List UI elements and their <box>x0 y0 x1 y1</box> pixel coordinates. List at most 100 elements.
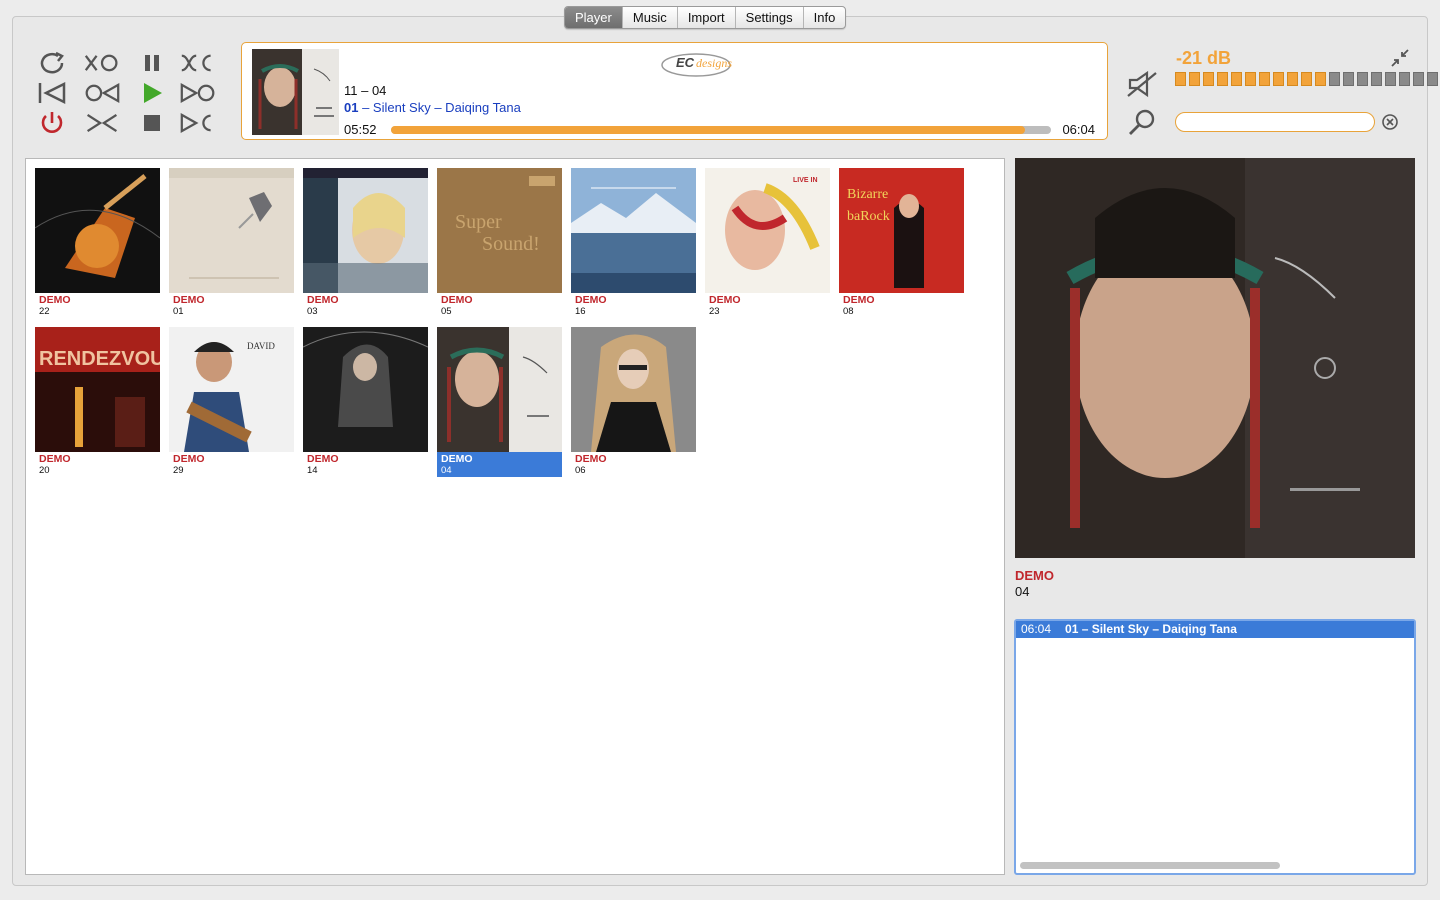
search-icon <box>1129 109 1155 135</box>
shuffle-off-icon[interactable] <box>84 50 120 76</box>
volume-segment <box>1175 72 1186 86</box>
svg-text:Bizarre: Bizarre <box>847 187 888 202</box>
volume-segment <box>1329 72 1340 86</box>
album-artist: DEMO <box>39 453 71 465</box>
album-tile[interactable]: DEMO 01 <box>169 168 294 318</box>
tab-bar: Player Music Import Settings Info <box>564 6 847 29</box>
volume-segment <box>1343 72 1354 86</box>
album-artist: DEMO <box>39 294 71 306</box>
album-artist: DEMO <box>441 453 473 465</box>
volume-segment <box>1385 72 1396 86</box>
album-caption: DEMO 06 <box>571 452 696 477</box>
album-cover: RENDEZVOUS <box>35 327 160 452</box>
power-icon[interactable] <box>34 110 70 136</box>
track-row[interactable]: 06:04 01 – Silent Sky – Daiqing Tana <box>1016 621 1414 638</box>
album-tile[interactable]: DEMO 22 <box>35 168 160 318</box>
tab-player[interactable]: Player <box>565 7 622 28</box>
progress-fill <box>391 126 1025 134</box>
album-number: 14 <box>307 465 318 476</box>
now-playing-album: 11 – 04 <box>344 83 387 98</box>
svg-text:DAVID: DAVID <box>247 341 275 351</box>
album-caption: DEMO 04 <box>437 452 562 477</box>
album-cover <box>35 168 160 293</box>
track-duration: 06:04 <box>1021 622 1052 636</box>
track-title: 01 – Silent Sky – Daiqing Tana <box>1065 622 1237 636</box>
selected-album-cover <box>1015 158 1415 558</box>
svg-text:EC: EC <box>676 55 695 70</box>
album-caption: DEMO 05 <box>437 293 562 318</box>
tab-import[interactable]: Import <box>676 7 735 28</box>
album-tile[interactable]: DEMO 16 <box>571 168 696 318</box>
album-tile[interactable]: DEMO 03 <box>303 168 428 318</box>
now-playing-title: 01 – Silent Sky – Daiqing Tana <box>344 100 521 115</box>
tab-info[interactable]: Info <box>802 7 846 28</box>
stop-icon[interactable] <box>134 110 170 136</box>
volume-segment <box>1273 72 1284 86</box>
clear-search-icon[interactable] <box>1381 113 1399 131</box>
total-time: 06:04 <box>1062 122 1095 137</box>
album-artist: DEMO <box>575 294 607 306</box>
ec-designs-logo: EC designs <box>661 53 732 77</box>
collapse-icon[interactable] <box>1390 48 1410 68</box>
progress-bar[interactable] <box>391 126 1051 134</box>
volume-segment <box>1301 72 1312 86</box>
crossfade-icon[interactable] <box>180 50 216 76</box>
track-title: – Silent Sky – Daiqing Tana <box>358 100 521 115</box>
next-icon[interactable] <box>180 110 216 136</box>
album-artist: DEMO <box>307 453 339 465</box>
album-tile[interactable]: DAVID DEMO 29 <box>169 327 294 477</box>
album-tile[interactable]: DEMO 04 <box>437 327 562 477</box>
mute-icon[interactable] <box>1126 70 1158 98</box>
album-number: 16 <box>575 306 586 317</box>
album-tile[interactable]: LIVE IN DEMO 23 <box>705 168 830 318</box>
album-cover <box>571 327 696 452</box>
rewind-icon[interactable] <box>84 80 120 106</box>
album-grid: DEMO22 DEMO01 DEMO03 Super Sound! DEM <box>25 158 1005 875</box>
album-artist: DEMO <box>307 294 339 306</box>
play-icon[interactable] <box>134 80 170 106</box>
pause-icon[interactable] <box>134 50 170 76</box>
volume-segment <box>1287 72 1298 86</box>
album-cover <box>571 168 696 293</box>
tab-music[interactable]: Music <box>621 7 677 28</box>
search-input[interactable] <box>1175 112 1375 132</box>
volume-segment <box>1315 72 1326 86</box>
volume-segment <box>1203 72 1214 86</box>
selected-album-number: 04 <box>1015 584 1030 599</box>
svg-text:Sound!: Sound! <box>482 233 540 255</box>
album-cover: Super Sound! <box>437 168 562 293</box>
volume-segment <box>1399 72 1410 86</box>
svg-text:baRock: baRock <box>847 209 890 224</box>
album-caption: DEMO 22 <box>35 293 160 318</box>
shrink-icon[interactable] <box>84 110 120 136</box>
album-tile[interactable]: RENDEZVOUS DEMO20 <box>35 327 160 477</box>
album-tile[interactable]: DEMO 06 <box>571 327 696 477</box>
album-artist: DEMO <box>843 294 875 306</box>
album-caption: DEMO 16 <box>571 293 696 318</box>
album-number: 08 <box>843 306 854 317</box>
horizontal-scrollbar[interactable] <box>1020 862 1280 869</box>
album-cover: DAVID <box>169 327 294 452</box>
album-caption: DEMO 20 <box>35 452 160 477</box>
album-number: 04 <box>441 465 452 476</box>
album-tile[interactable]: Bizarre baRock DEMO 08 <box>839 168 964 318</box>
album-tile[interactable]: Super Sound! DEMO 05 <box>437 168 562 318</box>
album-artist: DEMO <box>709 294 741 306</box>
album-tile[interactable]: DEMO 14 <box>303 327 428 477</box>
svg-text:Super: Super <box>455 211 502 233</box>
album-number: 29 <box>173 465 184 476</box>
svg-text:LIVE IN: LIVE IN <box>793 177 818 184</box>
repeat-icon[interactable] <box>34 50 70 76</box>
album-number: 23 <box>709 306 720 317</box>
album-cover: LIVE IN <box>705 168 830 293</box>
forward-icon[interactable] <box>180 80 216 106</box>
now-playing-panel: EC designs 11 – 04 01 – Silent Sky – Dai… <box>241 42 1108 140</box>
elapsed-time: 05:52 <box>344 122 377 137</box>
volume-meter[interactable] <box>1175 72 1440 86</box>
album-artist: DEMO <box>575 453 607 465</box>
volume-segment <box>1189 72 1200 86</box>
volume-segment <box>1231 72 1242 86</box>
svg-text:designs: designs <box>696 56 732 70</box>
tab-settings[interactable]: Settings <box>734 7 803 28</box>
previous-icon[interactable] <box>34 80 70 106</box>
